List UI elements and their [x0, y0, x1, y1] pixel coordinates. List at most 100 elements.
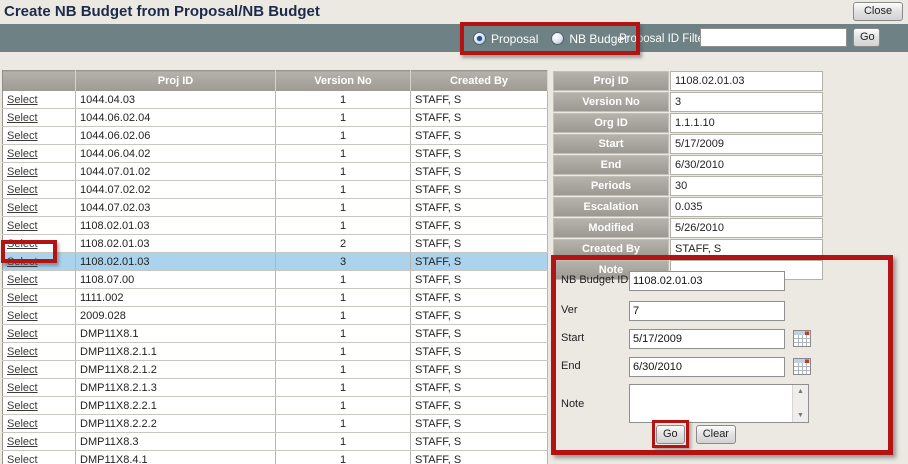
scroll-up-icon[interactable]: ▲ — [797, 385, 804, 398]
proj-id-cell: 1111.002 — [76, 289, 276, 307]
created-by-cell: STAFF, S — [411, 91, 548, 109]
nb-budget-id-input[interactable] — [629, 271, 785, 291]
select-cell: Select — [3, 271, 76, 289]
select-link[interactable]: Select — [7, 364, 38, 376]
created-by-cell: STAFF, S — [411, 451, 548, 464]
select-cell: Select — [3, 163, 76, 181]
proj-id-cell: DMP11X8.2.1.1 — [76, 343, 276, 361]
ver-input[interactable] — [629, 301, 785, 321]
details-row: Version No3 — [553, 92, 823, 112]
details-label: Modified — [553, 218, 669, 238]
create-nb-budget-page: Create NB Budget from Proposal/NB Budget… — [0, 0, 908, 464]
select-link[interactable]: Select — [7, 166, 38, 178]
select-link[interactable]: Select — [7, 454, 38, 464]
created-by-cell: STAFF, S — [411, 271, 548, 289]
nb-budget-radio[interactable] — [551, 32, 564, 45]
details-table-body: Proj ID1108.02.01.03Version No3Org ID1.1… — [553, 71, 823, 280]
table-row: Select1111.0021STAFF, S — [3, 289, 548, 307]
proj-id-cell: DMP11X8.4.1 — [76, 451, 276, 464]
select-link[interactable]: Select — [7, 274, 38, 286]
select-cell: Select — [3, 127, 76, 145]
details-label: Version No — [553, 92, 669, 112]
proj-id-cell: 1108.02.01.03 — [76, 253, 276, 271]
details-value: 5/26/2010 — [670, 218, 823, 238]
table-row: Select1108.02.01.031STAFF, S — [3, 217, 548, 235]
select-link[interactable]: Select — [7, 436, 38, 448]
proj-id-cell: DMP11X8.1 — [76, 325, 276, 343]
version-no-cell: 1 — [276, 343, 411, 361]
select-link[interactable]: Select — [7, 328, 38, 340]
table-row: Select1108.07.001STAFF, S — [3, 271, 548, 289]
version-no-cell: 1 — [276, 451, 411, 464]
create-go-button[interactable]: Go — [656, 425, 685, 444]
version-no-cell: 1 — [276, 145, 411, 163]
details-label: Org ID — [553, 113, 669, 133]
select-link[interactable]: Select — [7, 148, 38, 160]
proposal-radio-group[interactable]: Proposal — [473, 32, 538, 46]
details-value: 1108.02.01.03 — [670, 71, 823, 91]
col-version-no: Version No — [276, 71, 411, 92]
details-label: Escalation — [553, 197, 669, 217]
select-link[interactable]: Select — [7, 382, 38, 394]
select-cell: Select — [3, 91, 76, 109]
start-calendar-icon[interactable] — [793, 330, 811, 347]
select-link[interactable]: Select — [7, 112, 38, 124]
details-table: Proj ID1108.02.01.03Version No3Org ID1.1… — [552, 70, 824, 281]
select-link[interactable]: Select — [7, 418, 38, 430]
details-value: 0.035 — [670, 197, 823, 217]
select-link[interactable]: Select — [7, 94, 38, 106]
details-panel: Proj ID1108.02.01.03Version No3Org ID1.1… — [552, 70, 824, 281]
table-row: Select1108.02.01.032STAFF, S — [3, 235, 548, 253]
form-buttons: Go Clear — [652, 420, 736, 448]
version-no-cell: 1 — [276, 325, 411, 343]
filter-go-button[interactable]: Go — [853, 28, 880, 47]
proj-id-cell: DMP11X8.3 — [76, 433, 276, 451]
proj-id-cell: DMP11X8.2.2.2 — [76, 415, 276, 433]
clear-button[interactable]: Clear — [696, 425, 736, 444]
proposal-radio-label: Proposal — [491, 32, 538, 46]
select-cell: Select — [3, 199, 76, 217]
select-link[interactable]: Select — [7, 220, 38, 232]
version-no-cell: 1 — [276, 397, 411, 415]
page-title: Create NB Budget from Proposal/NB Budget — [4, 3, 320, 20]
select-cell: Select — [3, 325, 76, 343]
col-proj-id: Proj ID — [76, 71, 276, 92]
note-scrollbar[interactable]: ▲ ▼ — [792, 385, 808, 422]
proj-id-cell: DMP11X8.2.1.3 — [76, 379, 276, 397]
nb-budget-radio-group[interactable]: NB Budget — [551, 32, 627, 46]
table-row: SelectDMP11X8.2.2.21STAFF, S — [3, 415, 548, 433]
select-link[interactable]: Select — [7, 292, 38, 304]
version-no-cell: 1 — [276, 109, 411, 127]
select-link[interactable]: Select — [7, 310, 38, 322]
select-link[interactable]: Select — [7, 400, 38, 412]
toolbar: Proposal NB Budget Proposal ID Filter Go — [0, 24, 908, 52]
close-button[interactable]: Close — [853, 2, 903, 21]
created-by-cell: STAFF, S — [411, 163, 548, 181]
select-link[interactable]: Select — [7, 202, 38, 214]
created-by-cell: STAFF, S — [411, 181, 548, 199]
table-row: Select1044.07.02.021STAFF, S — [3, 181, 548, 199]
scroll-down-icon[interactable]: ▼ — [797, 409, 804, 422]
proposal-id-filter-input[interactable] — [700, 28, 847, 47]
details-row: Escalation0.035 — [553, 197, 823, 217]
table-row: Select DMP11X8.2.1.11STAFF, S — [3, 343, 548, 361]
select-link[interactable]: Select — [7, 130, 38, 142]
note-label: Note — [561, 398, 584, 410]
note-textarea[interactable] — [630, 385, 793, 422]
created-by-cell: STAFF, S — [411, 199, 548, 217]
details-value: 1.1.1.10 — [670, 113, 823, 133]
select-cell: Select — [3, 343, 76, 361]
end-input[interactable] — [629, 357, 785, 377]
proj-id-cell: 1044.06.02.06 — [76, 127, 276, 145]
end-calendar-icon[interactable] — [793, 358, 811, 375]
proj-id-cell: 1044.06.04.02 — [76, 145, 276, 163]
created-by-cell: STAFF, S — [411, 343, 548, 361]
created-by-cell: STAFF, S — [411, 379, 548, 397]
details-label: Proj ID — [553, 71, 669, 91]
proposal-radio[interactable] — [473, 32, 486, 45]
select-link[interactable]: Select — [7, 346, 38, 358]
start-input[interactable] — [629, 329, 785, 349]
list-table-body: Select1044.04.031STAFF, SSelect1044.06.0… — [3, 91, 548, 464]
select-link[interactable]: Select — [7, 184, 38, 196]
version-no-cell: 1 — [276, 379, 411, 397]
